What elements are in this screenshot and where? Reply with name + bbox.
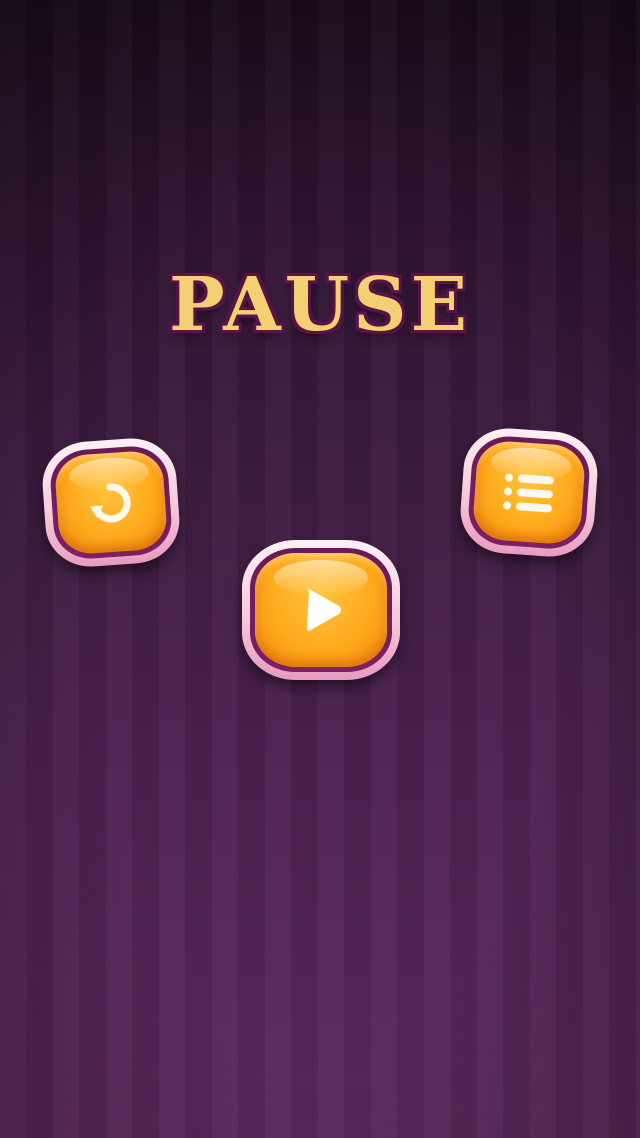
menu-list-icon (458, 425, 600, 559)
restart-button[interactable] (39, 435, 183, 570)
menu-button[interactable] (457, 425, 601, 560)
restart-icon (40, 435, 182, 569)
pause-title: PAUSE (168, 262, 472, 348)
play-button[interactable] (242, 540, 400, 680)
play-icon (242, 540, 400, 680)
